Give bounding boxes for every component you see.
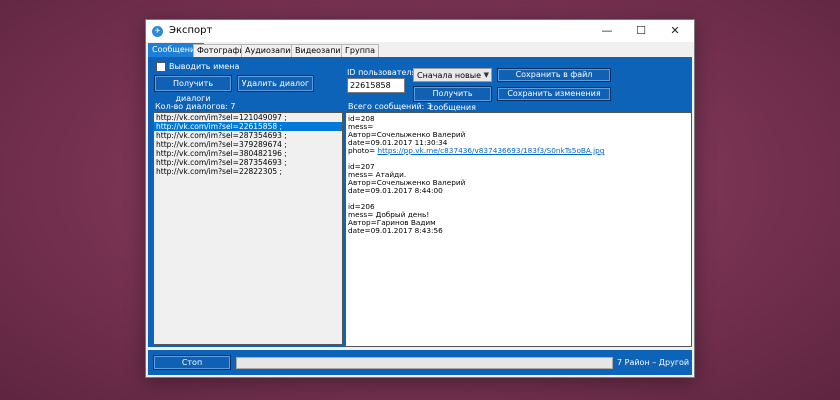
get-dialogs-button[interactable]: Получить диалоги xyxy=(154,75,232,103)
messages-panel: Выводить имена Получить диалоги Удалить … xyxy=(148,57,692,347)
message-line xyxy=(348,155,691,163)
total-messages-label: Всего сообщений: 3 xyxy=(348,102,432,111)
list-item[interactable]: http://vk.com/im?sel=380482196 ; xyxy=(154,149,342,158)
minimize-icon[interactable]: — xyxy=(590,20,624,42)
show-names-checkbox[interactable] xyxy=(156,62,166,72)
message-line: id=208 xyxy=(348,114,375,123)
close-icon[interactable]: ✕ xyxy=(658,20,692,42)
get-messages-button[interactable]: Получить сообщения xyxy=(413,86,492,112)
save-to-file-button[interactable]: Сохранить в файл xyxy=(497,68,611,82)
export-window: ✈ Экспорт — ☐ ✕ Сообщения Фотографии Ауд… xyxy=(145,19,695,378)
sort-order-select[interactable]: Сначала новые ▼ xyxy=(413,68,492,82)
sort-order-value: Сначала новые xyxy=(417,71,481,80)
dialog-count-label: Кол-во диалогов: 7 xyxy=(155,102,236,111)
app-logo-icon: ✈ xyxy=(152,26,163,37)
list-item[interactable]: http://vk.com/im?sel=121049097 ; xyxy=(154,113,342,122)
now-playing-label: 7 Район – Другой feat Ел xyxy=(617,358,692,367)
message-line: date=09.01.2017 8:43:56 xyxy=(348,226,443,235)
list-item[interactable]: http://vk.com/im?sel=287354693 ; xyxy=(154,131,342,140)
list-item[interactable]: http://vk.com/im?sel=379289674 ; xyxy=(154,140,342,149)
list-item[interactable]: http://vk.com/im?sel=287354693 ; xyxy=(154,158,342,167)
stop-button[interactable]: Стоп xyxy=(153,355,231,370)
message-line: photo= https://pp.vk.me/c837436/v8374366… xyxy=(348,147,691,155)
progress-bar xyxy=(236,357,613,369)
window-title: Экспорт xyxy=(169,25,213,36)
photo-link[interactable]: https://pp.vk.me/c837436/v837436693/183f… xyxy=(377,146,604,155)
message-line xyxy=(348,195,691,203)
maximize-icon[interactable]: ☐ xyxy=(624,20,658,42)
title-bar[interactable]: ✈ Экспорт — ☐ ✕ xyxy=(146,20,694,42)
user-id-label: ID пользователя: xyxy=(347,68,419,77)
save-changes-button[interactable]: Сохранить изменения xyxy=(497,87,611,101)
status-bar: Стоп 7 Район – Другой feat Ел xyxy=(148,350,692,375)
messages-textbox[interactable]: id=208 mess= Автор=Сочелыженко Валерий d… xyxy=(345,112,692,347)
user-id-input[interactable]: 22615858 xyxy=(347,78,405,93)
tab-group[interactable]: Группа xyxy=(341,44,380,57)
message-line: date=09.01.2017 8:44:00 xyxy=(348,186,443,195)
dialogs-list[interactable]: http://vk.com/im?sel=121049097 ; http://… xyxy=(153,112,343,345)
photo-prefix: photo= xyxy=(348,146,378,155)
list-item[interactable]: http://vk.com/im?sel=22822305 ; xyxy=(154,167,342,176)
list-item-selected[interactable]: http://vk.com/im?sel=22615858 ; xyxy=(154,122,342,131)
chevron-down-icon: ▼ xyxy=(483,71,489,79)
delete-dialog-button[interactable]: Удалить диалог xyxy=(237,75,314,92)
show-names-label: Выводить имена xyxy=(169,62,240,71)
